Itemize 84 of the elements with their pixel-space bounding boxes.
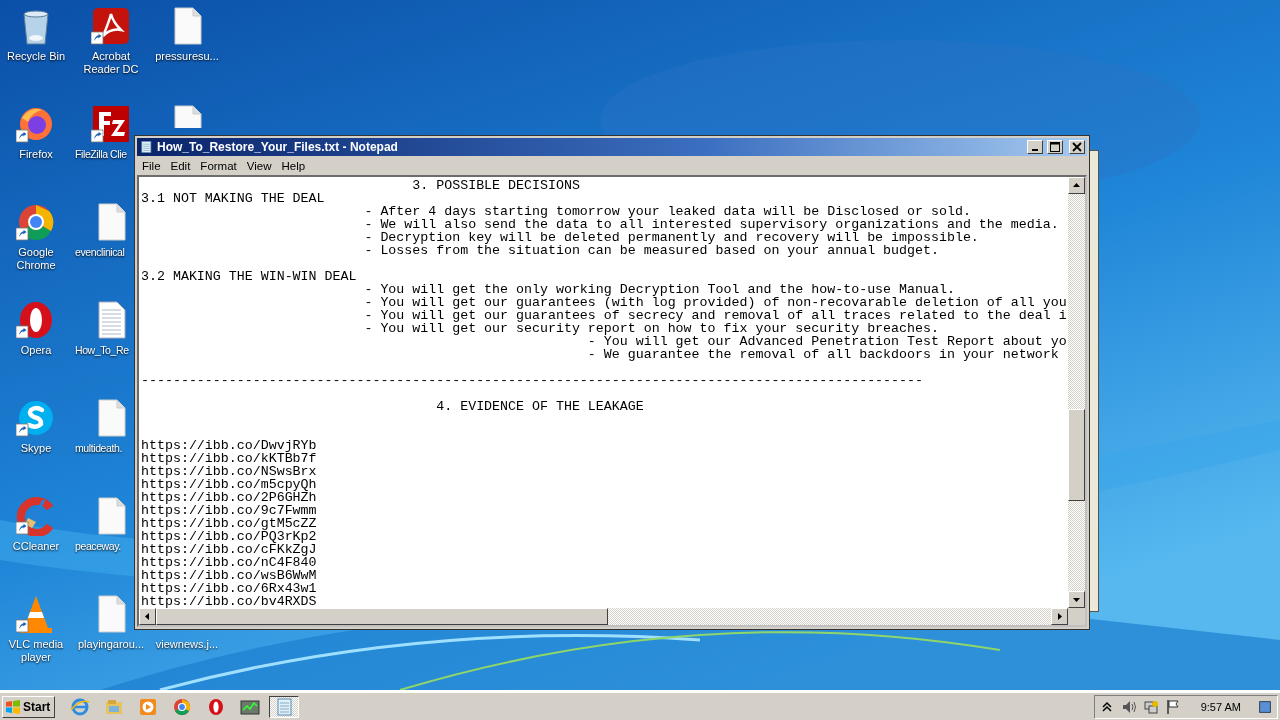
up-arrow-icon <box>1073 182 1080 189</box>
app-shortcut-icon[interactable] <box>16 398 56 438</box>
text-line: - You will get our guarantees of secrecy and removal of all traces related to the deal i <box>363 309 1067 322</box>
url-line: https://ibb.co/2P6GHZh <box>141 491 317 504</box>
url-line: https://ibb.co/m5cpyQh <box>141 478 317 491</box>
text-line: - You will get our security report on how to fix your security breaches. <box>363 322 939 335</box>
scroll-down-button[interactable] <box>1068 591 1085 608</box>
desktop-icon-label[interactable]: viewnews.j... <box>155 638 219 651</box>
scroll-up-button[interactable] <box>1068 177 1085 194</box>
close-icon <box>1072 142 1082 152</box>
right-arrow-icon <box>1056 613 1063 620</box>
text-line: 3.1 NOT MAKING THE DEAL <box>141 192 325 205</box>
left-arrow-icon <box>144 613 151 620</box>
scroll-thumb[interactable] <box>156 608 608 625</box>
clock[interactable]: 9:57 AM <box>1200 700 1241 713</box>
notepad-icon <box>139 140 153 154</box>
desktop-icon-label[interactable]: How_To_Re <box>75 344 129 357</box>
url-line: https://ibb.co/9c7Fwmm <box>141 504 317 517</box>
close-button[interactable] <box>1069 140 1085 154</box>
text-line: - Decryption key will be deleted permanently and recovery will be impossible. <box>363 231 979 244</box>
desktop-icon-label[interactable]: playingarou... <box>77 638 144 651</box>
desktop-icon-label[interactable]: Skype <box>20 442 52 455</box>
app-shortcut-icon[interactable] <box>16 202 56 242</box>
desktop-icon-label[interactable]: Google Chrome <box>0 246 72 272</box>
url-line: https://ibb.co/6Rx43w1 <box>141 582 317 595</box>
text-line: 3. POSSIBLE DECISIONS <box>411 179 580 192</box>
app-icon <box>172 696 193 717</box>
text-line: - You will get our guarantees (with log provided) of non-recovarable deletion of all you <box>363 296 1067 309</box>
network-icon[interactable] <box>1142 698 1159 715</box>
window-title: How_To_Restore_Your_Files.txt - Notepad <box>157 140 399 154</box>
desktop-icon-label[interactable]: evenclinical <box>75 246 125 259</box>
vertical-scrollbar[interactable] <box>1068 177 1085 608</box>
minimize-button[interactable] <box>1027 140 1043 154</box>
desktop-icon-label[interactable]: Opera <box>20 344 52 357</box>
desktop-icon-label[interactable]: VLC media player <box>0 638 72 664</box>
maximize-icon <box>1050 142 1060 152</box>
app-icon <box>274 696 295 717</box>
app-icon <box>138 696 159 717</box>
text-line: - After 4 days starting tomorrow your leaked data will be Disclosed or sold. <box>363 205 971 218</box>
app-shortcut-icon[interactable] <box>91 6 131 46</box>
horizontal-scrollbar[interactable] <box>139 608 1068 625</box>
scroll-thumb[interactable] <box>1068 409 1085 501</box>
menu-item[interactable]: Help <box>276 159 311 172</box>
url-line: https://ibb.co/NSwsBrx <box>141 465 317 478</box>
desktop-icon-label[interactable]: pressuresu... <box>155 50 219 63</box>
url-line: https://ibb.co/nC4F840 <box>141 556 317 569</box>
text-line: - You will get the only working Decryption Tool and the how-to-use Manual. <box>363 283 955 296</box>
text-line: - We guarantee the removal of all backdoors in your network <box>586 348 1059 361</box>
down-arrow-icon <box>1073 596 1080 603</box>
menu-item[interactable]: View <box>241 159 277 172</box>
taskbar-app-icon[interactable] <box>269 695 300 718</box>
desktop-icon-label[interactable]: FileZilla Clie <box>75 148 127 161</box>
url-line: https://ibb.co/kKTBb7f <box>141 452 317 465</box>
scroll-left-button[interactable] <box>139 608 156 625</box>
text-line: -------------------------------------------------------------------------------------------------- <box>141 374 923 387</box>
start-button[interactable]: Start <box>2 695 56 718</box>
text-line: - We will also send the data to all interested supervisory organizations and the media. <box>363 218 1059 231</box>
windows-logo-icon <box>5 698 21 715</box>
url-line: https://ibb.co/gtM5cZZ <box>141 517 317 530</box>
text-line: - You will get our Advanced Penetration Test Report about yo <box>586 335 1067 348</box>
text-line: - Losses from the situation can be measured based on your annual budget. <box>363 244 939 257</box>
flag-icon[interactable] <box>1164 698 1181 715</box>
text-line: 3.2 MAKING THE WIN-WIN DEAL <box>141 270 357 283</box>
resize-grip[interactable] <box>1068 608 1085 625</box>
desktop-icon-label[interactable]: Recycle Bin <box>6 50 66 63</box>
url-line: https://ibb.co/PQ3rKp2 <box>141 530 317 543</box>
desktop-icon-label[interactable]: Firefox <box>19 148 53 161</box>
desktop-icon-label[interactable]: Acrobat Reader DC <box>74 50 148 76</box>
url-line: https://ibb.co/wsB6WwM <box>141 569 317 582</box>
menu-item[interactable]: Format <box>195 159 242 172</box>
desktop-icon-label[interactable]: CCleaner <box>12 540 60 553</box>
scroll-right-button[interactable] <box>1051 608 1068 625</box>
app-icon <box>70 696 91 717</box>
maximize-button[interactable] <box>1047 140 1063 154</box>
url-line: https://ibb.co/cFKkZgJ <box>141 543 317 556</box>
app-shortcut-icon[interactable] <box>16 496 56 536</box>
desktop-icon-label[interactable]: multideath. <box>75 442 122 455</box>
url-line: https://ibb.co/DwvjRYb <box>141 439 317 452</box>
url-line: https://ibb.co/bv4RXDS <box>141 595 317 608</box>
app-shortcut-icon[interactable] <box>91 104 131 144</box>
menu-item[interactable]: Edit <box>165 159 196 172</box>
show-desktop-icon[interactable] <box>1257 698 1273 715</box>
menu-item[interactable]: File <box>137 159 166 172</box>
text-line: 4. EVIDENCE OF THE LEAKAGE <box>435 400 644 413</box>
